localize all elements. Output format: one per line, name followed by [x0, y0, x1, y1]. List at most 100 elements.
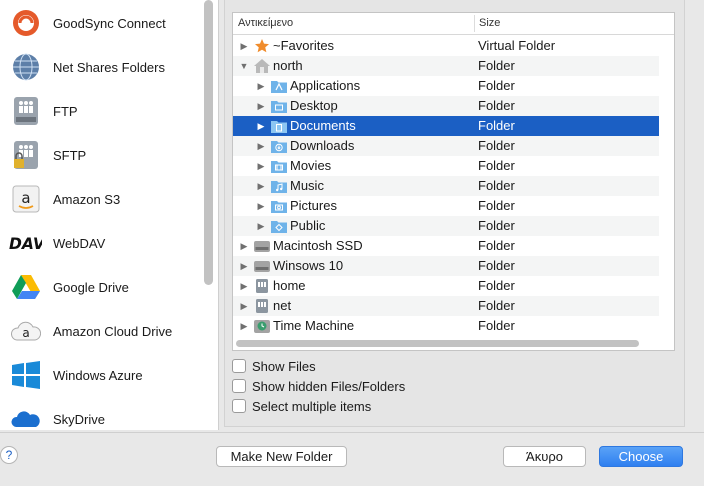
row-name: Documents — [290, 118, 356, 133]
location-label: Net Shares Folders — [53, 59, 165, 75]
tree-row-favorites[interactable]: ▶ ~Favorites Virtual Folder — [233, 36, 659, 56]
location-skydrive[interactable]: SkyDrive — [0, 397, 200, 430]
amazon-s3-icon: a — [9, 183, 42, 216]
row-name: Downloads — [290, 138, 355, 153]
row-size: Folder — [478, 98, 515, 113]
tree-row-north[interactable]: ▼ north Folder — [233, 56, 659, 76]
disclosure-triangle-icon[interactable]: ▶ — [256, 76, 266, 96]
location-goodsync-connect[interactable]: GoodSync Connect — [0, 1, 200, 45]
goodsync-connect-icon — [9, 7, 42, 40]
disclosure-triangle-expanded-icon[interactable]: ▼ — [239, 56, 249, 76]
show-files-checkbox[interactable] — [232, 359, 246, 373]
tree-row-public[interactable]: ▶ Public Folder — [233, 216, 659, 236]
location-label: Amazon Cloud Drive — [53, 323, 173, 339]
sftp-server-lock-icon — [9, 139, 42, 172]
folder-browser-panel: Αντικείμενο Size ▶ ~Favorites Virtual Fo… — [224, 0, 685, 427]
row-name: Public — [290, 218, 326, 233]
cancel-button[interactable]: Άκυρο — [503, 446, 586, 467]
row-name: Macintosh SSD — [273, 238, 363, 253]
select-multiple-option[interactable]: Select multiple items — [232, 397, 371, 415]
disclosure-triangle-icon[interactable]: ▶ — [256, 176, 266, 196]
disclosure-triangle-icon[interactable]: ▶ — [256, 196, 266, 216]
tree-row-time-machine[interactable]: ▶ Time Machine Folder — [233, 316, 659, 336]
row-name: Winsows 10 — [273, 258, 344, 273]
choose-button[interactable]: Choose — [599, 446, 683, 467]
disclosure-triangle-icon[interactable]: ▶ — [239, 236, 249, 256]
tree-horizontal-scrollbar[interactable] — [236, 340, 639, 347]
location-windows-azure[interactable]: Windows Azure — [0, 353, 200, 397]
location-label: Windows Azure — [53, 367, 143, 383]
row-name: north — [273, 58, 303, 73]
left-list-scrollbar[interactable] — [204, 0, 213, 285]
row-size: Virtual Folder — [478, 38, 556, 53]
tree-header: Αντικείμενο Size — [233, 13, 674, 35]
svg-text:DAV: DAV — [9, 235, 42, 253]
tree-row-applications[interactable]: ▶ Applications Folder — [233, 76, 659, 96]
column-header-name[interactable]: Αντικείμενο — [238, 17, 293, 29]
tree-row-music[interactable]: ▶ Music Folder — [233, 176, 659, 196]
network-drive-icon — [256, 299, 268, 313]
location-label: FTP — [53, 103, 78, 119]
row-size: Folder — [478, 298, 515, 313]
tree-row-documents[interactable]: ▶ Documents Folder — [233, 116, 659, 136]
row-size: Folder — [478, 58, 515, 73]
disclosure-triangle-icon[interactable]: ▶ — [256, 156, 266, 176]
tree-row-macintosh-ssd[interactable]: ▶ Macintosh SSD Folder — [233, 236, 659, 256]
skydrive-icon — [9, 403, 42, 431]
show-hidden-option[interactable]: Show hidden Files/Folders — [232, 377, 405, 395]
location-amazon-s3[interactable]: a Amazon S3 — [0, 177, 200, 221]
public-folder-icon — [271, 221, 287, 233]
tree-row-pictures[interactable]: ▶ Pictures Folder — [233, 196, 659, 216]
select-multiple-checkbox[interactable] — [232, 399, 246, 413]
disclosure-triangle-icon[interactable]: ▶ — [239, 296, 249, 316]
amazon-cloud-drive-icon: a — [9, 315, 42, 348]
tree-row-home[interactable]: ▶ home Folder — [233, 276, 659, 296]
disclosure-triangle-icon[interactable]: ▶ — [256, 216, 266, 236]
windows-azure-icon — [9, 359, 42, 392]
row-size: Folder — [478, 78, 515, 93]
row-name: Music — [290, 178, 324, 193]
row-size: Folder — [478, 118, 515, 133]
pictures-folder-icon — [271, 201, 287, 213]
row-size: Folder — [478, 138, 515, 153]
tree-row-net[interactable]: ▶ net Folder — [233, 296, 659, 316]
make-new-folder-button[interactable]: Make New Folder — [216, 446, 347, 467]
disclosure-triangle-icon[interactable]: ▶ — [239, 256, 249, 276]
disclosure-triangle-icon[interactable]: ▶ — [239, 36, 249, 56]
show-hidden-checkbox[interactable] — [232, 379, 246, 393]
location-label: GoodSync Connect — [53, 15, 166, 31]
help-button[interactable]: ? — [0, 446, 18, 464]
location-ftp[interactable]: FTP — [0, 89, 200, 133]
location-google-drive[interactable]: Google Drive — [0, 265, 200, 309]
svg-text:a: a — [21, 189, 30, 207]
row-name: Pictures — [290, 198, 337, 213]
disclosure-triangle-icon[interactable]: ▶ — [256, 136, 266, 156]
location-label: SkyDrive — [53, 411, 106, 427]
disclosure-triangle-icon[interactable]: ▶ — [239, 316, 249, 336]
tree-row-winsows-10[interactable]: ▶ Winsows 10 Folder — [233, 256, 659, 276]
location-sftp[interactable]: SFTP — [0, 133, 200, 177]
time-machine-drive-icon — [254, 320, 270, 333]
row-size: Folder — [478, 178, 515, 193]
movies-folder-icon — [271, 161, 287, 173]
column-header-size[interactable]: Size — [479, 17, 500, 29]
location-webdav[interactable]: DAV WebDAV — [0, 221, 200, 265]
hard-drive-icon — [254, 241, 270, 252]
location-label: Google Drive — [53, 279, 129, 295]
column-divider — [474, 15, 475, 32]
disclosure-triangle-icon[interactable]: ▶ — [239, 276, 249, 296]
location-net-shares-folders[interactable]: Net Shares Folders — [0, 45, 200, 89]
disclosure-triangle-icon[interactable]: ▶ — [256, 96, 266, 116]
show-files-option[interactable]: Show Files — [232, 357, 316, 375]
row-size: Folder — [478, 158, 515, 173]
disclosure-triangle-icon[interactable]: ▶ — [256, 116, 266, 136]
tree-row-movies[interactable]: ▶ Movies Folder — [233, 156, 659, 176]
webdav-icon: DAV — [9, 227, 42, 260]
location-amazon-cloud-drive[interactable]: a Amazon Cloud Drive — [0, 309, 200, 353]
tree-row-downloads[interactable]: ▶ Downloads Folder — [233, 136, 659, 156]
folder-tree: Αντικείμενο Size ▶ ~Favorites Virtual Fo… — [232, 12, 675, 351]
tree-row-desktop[interactable]: ▶ Desktop Folder — [233, 96, 659, 116]
desktop-folder-icon — [271, 101, 287, 113]
location-list: GoodSync Connect Net Shares Folders FTP … — [0, 0, 219, 430]
row-name: net — [273, 298, 292, 313]
